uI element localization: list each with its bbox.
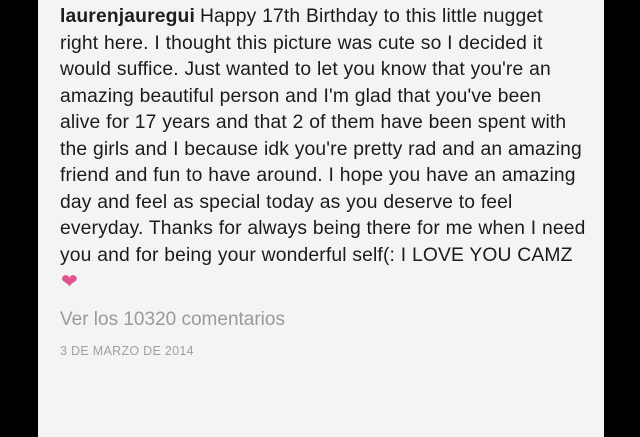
caption-text: Happy 17th Birthday to this little nugge… [60,6,586,266]
post-caption: laurenjauregui Happy 17th Birthday to thi… [60,4,586,297]
view-comments-link[interactable]: Ver los 10320 comentarios [60,309,586,331]
post-card: laurenjauregui Happy 17th Birthday to thi… [38,0,604,437]
heart-icon: ❤ [61,271,78,293]
username-link[interactable]: laurenjauregui [60,6,195,27]
screenshot-frame: laurenjauregui Happy 17th Birthday to thi… [0,0,640,437]
post-timestamp: 3 DE MARZO DE 2014 [60,343,194,358]
